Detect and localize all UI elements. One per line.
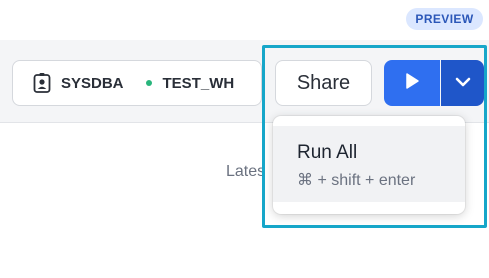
warehouse-status-dot: [145, 80, 152, 86]
context-selector[interactable]: SYSDBA TEST_WH: [12, 60, 262, 106]
user-badge-icon: [33, 72, 51, 94]
background-text: Lates: [226, 163, 266, 180]
warehouse-label: TEST_WH: [162, 74, 235, 92]
role-label: SYSDBA: [61, 74, 124, 92]
highlight-frame: [262, 45, 487, 228]
preview-badge: PREVIEW: [406, 8, 483, 30]
